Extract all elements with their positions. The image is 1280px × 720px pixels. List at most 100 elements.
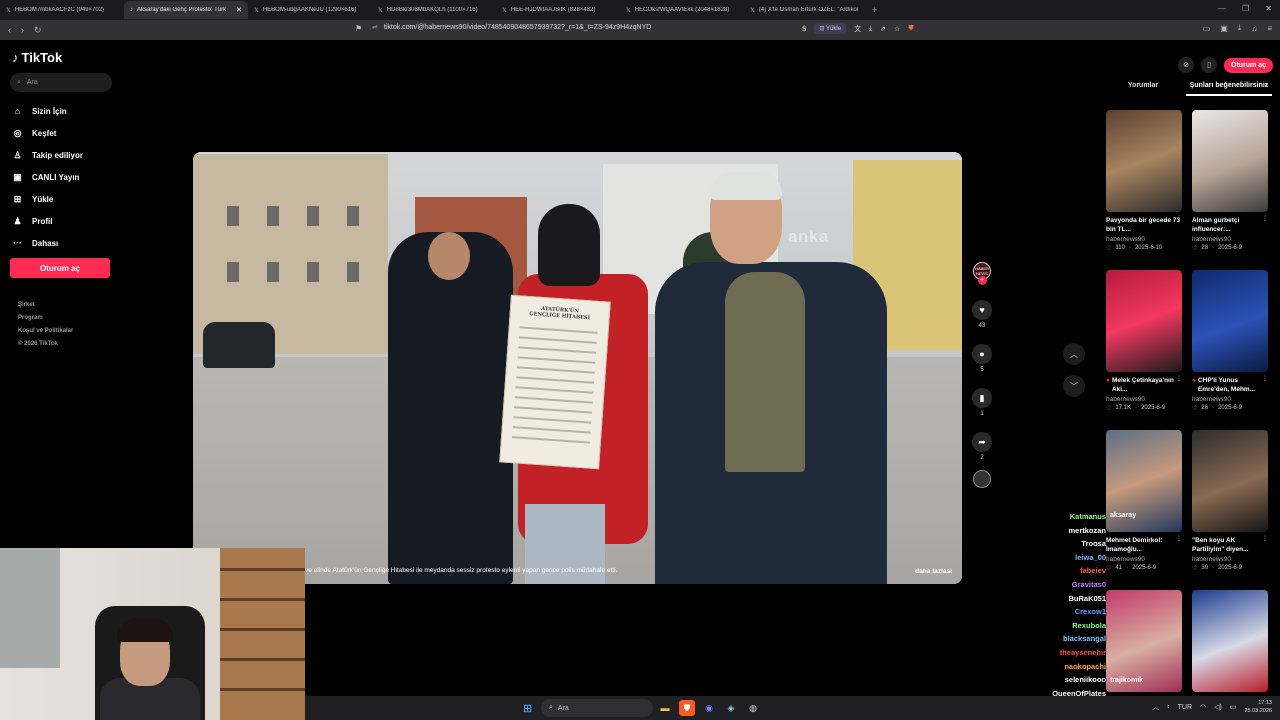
sidebar-item[interactable]: ♟ Profil	[12, 210, 83, 232]
sidebar-item[interactable]: ⌂ Sizin İçin	[12, 100, 83, 122]
bookmark-icon[interactable]: ⚑	[355, 24, 362, 33]
suggestion-author[interactable]: habernews90	[1192, 556, 1268, 563]
steam-icon[interactable]: ◈	[723, 700, 739, 716]
suggestion-title[interactable]: Melek Çetinkaya'nın Aki...	[1112, 376, 1182, 394]
url-field[interactable]: ⇌ tiktok.com/@habernews90/video/74854090…	[372, 23, 651, 32]
sidebar-item[interactable]: ▣ CANLI Yayın	[12, 166, 83, 188]
card-more-icon[interactable]: ⋮	[1176, 375, 1182, 382]
browser-tab[interactable]: 𝕏 (4) X'te Osman Ertürk ÖZEL: "Ardıkoı	[744, 1, 868, 19]
save-button[interactable]: ▮	[972, 388, 992, 408]
suggestion-title[interactable]: CHP'li Yunus Emre'den, Mehm...	[1198, 376, 1268, 394]
sidebar-item[interactable]: ♙ Takip ediliyor	[12, 144, 83, 166]
bookmark-star-icon[interactable]: ☆	[894, 25, 900, 33]
music-icon[interactable]: ♫	[1251, 24, 1257, 33]
suggestion-author[interactable]: habernews90	[1106, 236, 1182, 243]
login-button[interactable]: Oturum aç	[10, 258, 110, 278]
suggestion-author[interactable]: habernews90	[1106, 396, 1182, 403]
share-icon[interactable]: ⇗	[880, 25, 886, 33]
reload-icon[interactable]: ↻	[34, 25, 42, 36]
obs-icon[interactable]: ◍	[745, 700, 761, 716]
suggestion-thumbnail[interactable]	[1192, 430, 1268, 532]
caption-more-link[interactable]: daha fazlası	[915, 568, 952, 575]
footer-link[interactable]: Program	[18, 312, 73, 325]
site-info-icon[interactable]: ⇌	[372, 23, 378, 31]
volume-icon[interactable]: ◁)	[1214, 703, 1222, 711]
suggestion-author[interactable]: habernews90	[1106, 556, 1182, 563]
browser-tab[interactable]: 𝕏 HEBOM7mbkAACFzC (949×702)	[0, 1, 124, 19]
suggestion-title[interactable]: Mehmet Demirkol: İmamoğlu...	[1106, 536, 1182, 554]
footer-link[interactable]: Koşul ve Politikalar	[18, 325, 73, 338]
search-input[interactable]: ⌕ Ara	[10, 73, 112, 92]
suggestion-title[interactable]: Alman gurbetçi influencer:...	[1192, 216, 1268, 234]
right-panel-tab[interactable]: Şunları beğenebilirsiniz	[1186, 82, 1272, 96]
follow-plus-icon[interactable]: +	[977, 276, 987, 285]
close-tab-icon[interactable]: ✕	[236, 6, 242, 14]
card-more-icon[interactable]: ⋮	[1176, 535, 1182, 542]
wallet-icon[interactable]: ▣	[1220, 24, 1228, 33]
tiktok-logo[interactable]: ♪ TikTok	[12, 50, 62, 65]
suggestion-author[interactable]: habernews90	[1192, 236, 1268, 243]
like-button[interactable]: ♥	[972, 300, 992, 320]
card-more-icon[interactable]: ⋮	[1262, 535, 1268, 542]
video-player[interactable]: ATATÜRK'ÜN GENÇLİĞE HİTABESİ anka ve eli…	[193, 152, 962, 584]
suggestion-thumbnail[interactable]	[1106, 110, 1182, 212]
browser-tab[interactable]: 𝕏 HD8Bkr308MbAKQLh (1100×716)	[372, 1, 496, 19]
windows-start-icon[interactable]: ⊞	[523, 702, 532, 715]
suggestion-thumbnail[interactable]	[1192, 270, 1268, 372]
tray-chevron-icon[interactable]: ︿	[1152, 702, 1159, 712]
card-more-icon[interactable]: ⋮	[1262, 215, 1268, 222]
battery-icon[interactable]: ▭	[1230, 703, 1237, 711]
suggestion-card[interactable]: ● Melek Çetinkaya'nın Aki... ⋮ habernews90 ♡…	[1106, 270, 1182, 412]
back-icon[interactable]: ‹	[8, 25, 11, 36]
card-more-icon[interactable]: ⋮	[1176, 215, 1182, 222]
close-window-icon[interactable]: ✕	[1265, 4, 1272, 13]
sidebar-item[interactable]: ◎ Keşfet	[12, 122, 83, 144]
new-tab-button[interactable]: +	[872, 5, 877, 15]
share-button[interactable]: ➦	[972, 432, 992, 452]
suggestion-thumbnail[interactable]	[1192, 590, 1268, 692]
maximize-icon[interactable]: ❐	[1242, 4, 1249, 13]
forward-icon[interactable]: ›	[21, 25, 24, 36]
downloads-icon[interactable]: ⤓	[1238, 23, 1242, 33]
suggestion-thumbnail[interactable]	[1192, 110, 1268, 212]
translate-icon[interactable]: 文	[854, 24, 861, 34]
previous-video-button[interactable]: ︿	[1063, 343, 1085, 365]
language-indicator[interactable]: TUR	[1178, 704, 1192, 711]
sidebar-toggle-icon[interactable]: ▭	[1203, 24, 1211, 33]
file-explorer-icon[interactable]: ▬	[657, 700, 673, 716]
suggestion-author[interactable]: habernews90	[1192, 396, 1268, 403]
wifi-icon[interactable]: ◠	[1200, 703, 1206, 711]
browser-tab[interactable]: 𝕏 HECOksfWQAAVtExk (2048×1828)	[620, 1, 744, 19]
clock[interactable]: 17:13 25.03.2026	[1244, 699, 1272, 715]
device-icon[interactable]: ▯	[1201, 57, 1217, 73]
music-disc-icon[interactable]	[973, 470, 991, 488]
card-more-icon[interactable]: ⋮	[1262, 375, 1268, 382]
suggestion-card[interactable]: ● CHP'li Yunus Emre'den, Mehm... ⋮ habernew…	[1192, 270, 1268, 412]
suggestion-card[interactable]: "Ben koyu AK Partiliyim" diyen... ⋮ habern…	[1192, 430, 1268, 572]
browser-tab[interactable]: ♪ Aksaray'daki Genç Protesto: Türk ✕	[124, 1, 248, 19]
suggestion-card[interactable]	[1192, 590, 1268, 692]
suggestion-title[interactable]: Pavyonda bir gecede 73 bin TL...	[1106, 216, 1182, 234]
brave-browser-icon[interactable]: ⛊	[679, 700, 695, 716]
browser-tab[interactable]: 𝕏 HEE-HJDWIAAJSitK (828×482)	[496, 1, 620, 19]
right-login-button[interactable]: Oturum aç	[1224, 57, 1274, 73]
coin-icon[interactable]: ⊘	[1178, 57, 1194, 73]
mic-icon[interactable]: ♮	[1167, 703, 1170, 711]
menu-icon[interactable]: ≡	[1267, 24, 1272, 33]
comment-button[interactable]: ●	[972, 344, 992, 364]
browser-tab[interactable]: 𝕏 HEBOM-ubgAAKNeJU (1290×616)	[248, 1, 372, 19]
reader-icon[interactable]: Ꞩ	[802, 25, 806, 33]
discord-icon[interactable]: ◉	[701, 700, 717, 716]
taskbar-search[interactable]: ⌕ Ara	[541, 699, 653, 717]
right-panel-tab[interactable]: Yorumlar	[1100, 82, 1186, 96]
suggestion-card[interactable]: Alman gurbetçi influencer:... ⋮ habernews9…	[1192, 110, 1268, 252]
brave-shield-icon[interactable]: ⛊	[908, 25, 913, 33]
sidebar-item[interactable]: ⊞ Yükle	[12, 188, 83, 210]
suggestion-title[interactable]: "Ben koyu AK Partiliyim" diyen...	[1192, 536, 1268, 554]
sidebar-item[interactable]: ··· Dahası	[12, 232, 83, 254]
minimize-icon[interactable]: —	[1218, 4, 1226, 13]
footer-link[interactable]: Şirket	[18, 299, 73, 312]
upload-chip[interactable]: ⊡ Yükle	[814, 23, 847, 34]
suggestion-thumbnail[interactable]	[1106, 270, 1182, 372]
download-icon[interactable]: ⤓	[869, 25, 872, 33]
